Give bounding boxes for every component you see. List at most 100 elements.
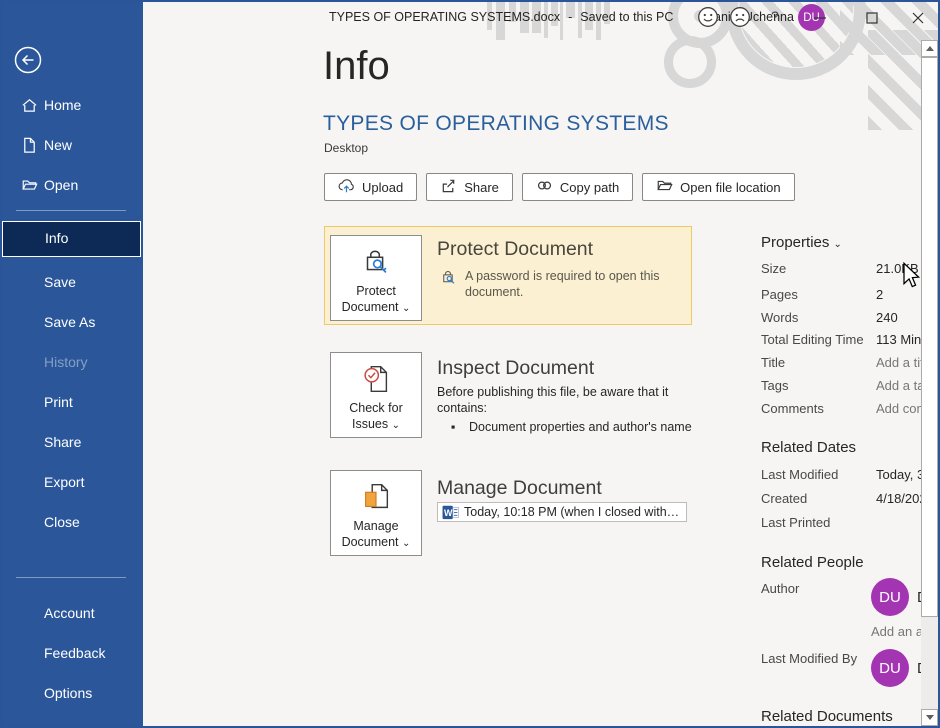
sidebar-item-new[interactable]: New	[0, 128, 143, 162]
help-icon[interactable]: ?	[771, 8, 779, 24]
upload-button[interactable]: Upload	[324, 173, 417, 201]
close-icon[interactable]	[909, 9, 927, 27]
sidebar-item-close[interactable]: Close	[0, 505, 143, 539]
sidebar-item-label: History	[44, 354, 88, 370]
sidebar-item-label: Export	[44, 474, 84, 490]
version-label: Today, 10:18 PM (when I closed without s…	[464, 505, 682, 519]
share-label: Share	[464, 180, 499, 195]
inspect-description: Before publishing this file, be aware th…	[437, 384, 695, 417]
back-button[interactable]	[14, 46, 42, 74]
inspect-heading: Inspect Document	[437, 357, 594, 380]
open-file-location-label: Open file location	[680, 180, 780, 195]
sidebar-item-label: Close	[44, 514, 80, 530]
saved-status[interactable]: Saved to this PC	[580, 10, 673, 24]
document-location: Desktop	[324, 141, 368, 155]
sidebar-item-label: New	[44, 137, 72, 153]
copy-path-label: Copy path	[560, 180, 619, 195]
sidebar-item-account[interactable]: Account	[0, 596, 143, 630]
folder-icon	[656, 177, 673, 197]
sidebar-item-label: Info	[45, 230, 68, 246]
manage-heading: Manage Document	[437, 477, 602, 500]
prop-label: Words	[761, 310, 798, 325]
open-file-location-button[interactable]: Open file location	[642, 173, 794, 201]
sidebar-item-info-selected[interactable]: Info	[2, 221, 141, 257]
prop-value: 240	[876, 310, 898, 325]
inspect-bullet-item: Document properties and author's name	[469, 419, 699, 435]
sidebar-item-share[interactable]: Share	[0, 425, 143, 459]
word-file-icon: W	[442, 505, 459, 520]
document-version-item[interactable]: W Today, 10:18 PM (when I closed without…	[437, 502, 687, 522]
document-title: TYPES OF OPERATING SYSTEMS	[323, 112, 669, 136]
tile-label-line1: Protect	[356, 284, 396, 298]
scrollbar-thumb[interactable]	[921, 57, 938, 617]
sidebar-item-feedback[interactable]: Feedback	[0, 636, 143, 670]
sidebar-item-history: History	[0, 345, 143, 379]
smiley-icon[interactable]	[697, 6, 719, 28]
svg-text:W: W	[444, 507, 453, 517]
upload-cloud-icon	[338, 177, 355, 197]
author-label: Author	[761, 581, 799, 596]
scroll-down-button[interactable]	[921, 709, 938, 726]
tile-label-line2: Document	[342, 535, 399, 549]
scroll-up-button[interactable]	[921, 40, 938, 57]
protect-document-button[interactable]: Protect Document ⌄	[330, 235, 422, 321]
sidebar-item-label: Account	[44, 605, 95, 621]
frowny-icon[interactable]	[729, 6, 751, 28]
minimize-icon[interactable]	[811, 9, 829, 27]
sidebar-item-home[interactable]: Home	[0, 88, 143, 122]
home-icon	[21, 97, 38, 114]
properties-heading[interactable]: Properties ⌄	[761, 234, 842, 251]
backstage-info-page: Info TYPES OF OPERATING SYSTEMS Desktop …	[143, 0, 940, 728]
word-backstage-window: TYPES OF OPERATING SYSTEMS.docx - Saved …	[0, 0, 940, 728]
sidebar-divider	[16, 577, 126, 578]
prop-label: Size	[761, 261, 786, 276]
sidebar-item-label: Open	[44, 177, 78, 193]
manage-document-icon	[359, 480, 393, 514]
author-avatar[interactable]: DU	[871, 578, 909, 616]
document-filename: TYPES OF OPERATING SYSTEMS.docx - Saved …	[329, 10, 673, 24]
chevron-down-icon: ⌄	[402, 303, 410, 314]
sidebar-item-open[interactable]: Open	[0, 168, 143, 202]
backstage-sidebar: Home New Open Info Save Save As History …	[0, 0, 143, 728]
sidebar-item-options[interactable]: Options	[0, 676, 143, 710]
link-icon	[536, 177, 553, 197]
related-people-heading: Related People	[761, 554, 864, 571]
date-label: Last Printed	[761, 515, 830, 530]
share-button[interactable]: Share	[426, 173, 513, 201]
chevron-down-icon: ⌄	[402, 538, 410, 549]
tile-label-line2: Document	[342, 300, 399, 314]
tile-label-line1: Check for	[349, 401, 403, 415]
maximize-icon[interactable]	[863, 9, 881, 27]
sidebar-item-print[interactable]: Print	[0, 385, 143, 419]
check-for-issues-button[interactable]: Check for Issues ⌄	[330, 352, 422, 438]
sidebar-item-label: Save	[44, 274, 76, 290]
inspect-document-icon	[359, 362, 393, 396]
chevron-down-icon: ⌄	[392, 420, 400, 431]
sidebar-item-label: Home	[44, 97, 81, 113]
vertical-scrollbar[interactable]	[921, 40, 938, 726]
prop-value: 2	[876, 287, 883, 302]
password-lock-icon	[439, 268, 458, 287]
scrollbar-track[interactable]	[921, 617, 938, 709]
prop-label: Total Editing Time	[761, 332, 864, 347]
sidebar-item-save[interactable]: Save	[0, 265, 143, 299]
sidebar-item-label: Share	[44, 434, 81, 450]
sidebar-item-export[interactable]: Export	[0, 465, 143, 499]
share-icon	[440, 177, 457, 197]
scroll-up-icon	[926, 46, 934, 51]
titlebar: TYPES OF OPERATING SYSTEMS.docx - Saved …	[143, 0, 940, 36]
tile-label-line2: Issues	[352, 417, 388, 431]
protect-heading: Protect Document	[437, 238, 593, 261]
back-arrow-icon	[14, 46, 42, 74]
related-dates-heading: Related Dates	[761, 439, 856, 456]
copy-path-button[interactable]: Copy path	[522, 173, 633, 201]
manage-document-button[interactable]: Manage Document ⌄	[330, 470, 422, 556]
sidebar-item-save-as[interactable]: Save As	[0, 305, 143, 339]
mouse-cursor	[901, 262, 921, 295]
sidebar-divider	[16, 210, 126, 211]
last-modified-by-avatar[interactable]: DU	[871, 649, 909, 687]
related-documents-heading: Related Documents	[761, 708, 893, 725]
prop-label: Pages	[761, 287, 798, 302]
upload-label: Upload	[362, 180, 403, 195]
new-document-icon	[21, 137, 38, 154]
